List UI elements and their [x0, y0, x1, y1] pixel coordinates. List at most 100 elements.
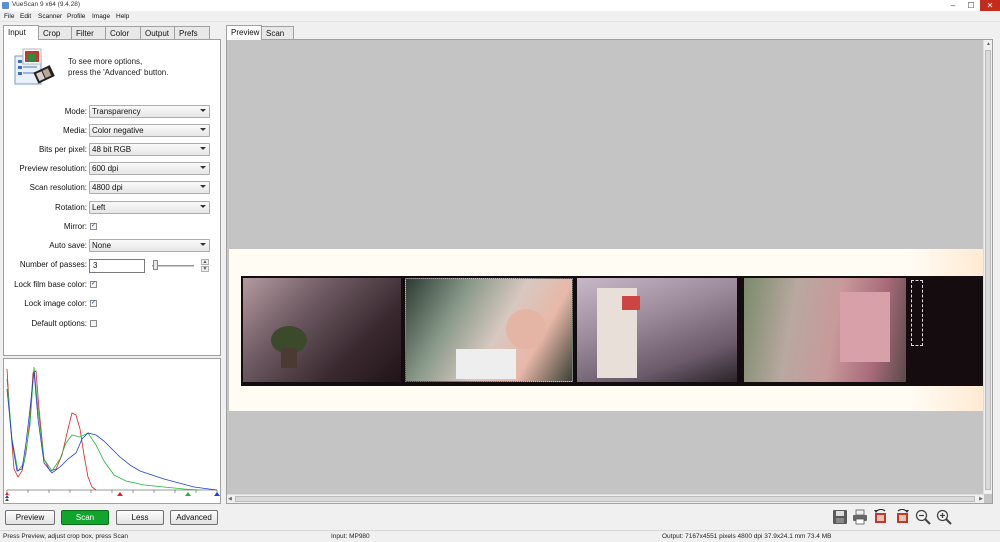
- film-frame-2[interactable]: [405, 278, 573, 382]
- tab-prefs[interactable]: Prefs: [174, 26, 210, 40]
- frame-1-pot: [281, 348, 297, 368]
- minimize-button[interactable]: –: [944, 0, 962, 11]
- menu-edit[interactable]: Edit: [20, 13, 31, 20]
- auto-save-select[interactable]: None: [89, 239, 210, 252]
- film-frame-1[interactable]: [243, 278, 401, 382]
- app-icon: [2, 2, 9, 9]
- chevron-down-icon: [200, 147, 206, 150]
- chevron-down-icon: [200, 109, 206, 112]
- tab-filter[interactable]: Filter: [71, 26, 106, 40]
- print-icon[interactable]: [852, 509, 868, 525]
- frame-2-face: [506, 309, 546, 349]
- chevron-down-icon: [200, 166, 206, 169]
- media-select[interactable]: Color negative: [89, 124, 210, 137]
- scan-button[interactable]: Scan: [61, 510, 109, 525]
- bits-per-pixel-label: Bits per pixel:: [38, 145, 87, 154]
- preview-area[interactable]: ▲ ◀ ▶: [226, 39, 993, 504]
- crop-box[interactable]: [911, 280, 923, 346]
- menu-scanner[interactable]: Scanner: [38, 13, 62, 20]
- scroll-up-arrow[interactable]: ▲: [986, 41, 991, 47]
- histogram-green-curve: [6, 366, 200, 491]
- passes-slider-track[interactable]: [152, 265, 194, 267]
- preview-resolution-label: Preview resolution:: [19, 164, 87, 173]
- maximize-button[interactable]: ☐: [962, 0, 980, 11]
- mode-value: Transparency: [92, 107, 141, 116]
- histogram-graph: [5, 366, 220, 501]
- film-frame-3[interactable]: [577, 278, 737, 382]
- default-options-checkbox[interactable]: [90, 320, 97, 327]
- bits-per-pixel-select[interactable]: 48 bit RGB: [89, 143, 210, 156]
- close-button[interactable]: ✕: [980, 0, 1000, 11]
- lock-film-base-color-label: Lock film base color:: [14, 280, 87, 289]
- media-value: Color negative: [92, 126, 144, 135]
- info-message: To see more options, press the 'Advanced…: [68, 56, 168, 78]
- rotation-value: Left: [92, 203, 106, 212]
- number-of-passes-input[interactable]: 3: [89, 259, 145, 273]
- vertical-scroll-thumb[interactable]: [985, 50, 991, 490]
- status-output: Output: 7167x4551 pixels 4800 dpi 37.9x2…: [662, 533, 832, 540]
- mirror-checkbox[interactable]: ✓: [90, 223, 97, 230]
- tab-scan[interactable]: Scan: [261, 26, 294, 40]
- menu-help[interactable]: Help: [116, 13, 129, 20]
- menu-profile[interactable]: Profile: [67, 13, 85, 20]
- horizontal-scroll-thumb[interactable]: [235, 496, 975, 502]
- less-button[interactable]: Less: [116, 510, 164, 525]
- bits-per-pixel-value: 48 bit RGB: [92, 145, 132, 154]
- histogram-panel: [3, 358, 221, 504]
- mode-label: Mode:: [64, 107, 87, 116]
- scan-resolution-value: 4800 dpi: [92, 183, 123, 192]
- save-icon[interactable]: [832, 509, 848, 525]
- info-line-2: press the 'Advanced' button.: [68, 68, 169, 77]
- passes-slider-thumb[interactable]: [153, 260, 158, 270]
- input-settings-panel: To see more options, press the 'Advanced…: [3, 39, 221, 356]
- tab-output[interactable]: Output: [140, 26, 175, 40]
- menu-file[interactable]: File: [4, 13, 14, 20]
- zoom-out-icon[interactable]: [915, 509, 931, 525]
- passes-spin-up[interactable]: ▲: [201, 259, 209, 265]
- scan-resolution-select[interactable]: 4800 dpi: [89, 181, 210, 194]
- preview-resolution-select[interactable]: 600 dpi: [89, 162, 210, 175]
- lock-film-base-color-checkbox[interactable]: ✓: [90, 281, 97, 288]
- window-title: VueScan 9 x64 (9.4.28): [12, 1, 81, 8]
- status-hint: Press Preview, adjust crop box, press Sc…: [3, 533, 129, 540]
- film-strip-area: [229, 249, 989, 411]
- scanner-info-icon: [14, 48, 55, 85]
- rotation-label: Rotation:: [54, 203, 87, 212]
- rotate-right-icon[interactable]: [894, 509, 910, 525]
- tab-input[interactable]: Input: [3, 25, 39, 40]
- tab-preview[interactable]: Preview: [226, 25, 262, 40]
- frame-2-shirt: [456, 349, 516, 379]
- histogram-markers: [5, 492, 220, 501]
- zoom-in-icon[interactable]: [936, 509, 952, 525]
- film-strip: [241, 276, 989, 386]
- preview-button[interactable]: Preview: [5, 510, 55, 525]
- auto-save-label: Auto save:: [49, 241, 87, 250]
- lock-image-color-checkbox[interactable]: ✓: [90, 300, 97, 307]
- rotation-select[interactable]: Left: [89, 201, 210, 214]
- film-frame-4[interactable]: [744, 278, 906, 382]
- chevron-down-icon: [200, 205, 206, 208]
- auto-save-value: None: [92, 241, 112, 250]
- scan-resolution-label: Scan resolution:: [29, 183, 87, 192]
- tab-crop[interactable]: Crop: [38, 26, 72, 40]
- horizontal-scrollbar[interactable]: ◀ ▶: [227, 494, 984, 503]
- info-line-1: To see more options,: [68, 57, 143, 66]
- mirror-label: Mirror:: [63, 222, 87, 231]
- scroll-left-arrow[interactable]: ◀: [228, 496, 232, 502]
- number-of-passes-label: Number of passes:: [19, 260, 87, 269]
- frame-4-stall: [840, 292, 890, 362]
- rotate-left-icon[interactable]: [873, 509, 889, 525]
- tab-color[interactable]: Color: [105, 26, 141, 40]
- frame-3-red-part: [622, 296, 640, 310]
- advanced-button[interactable]: Advanced: [170, 510, 218, 525]
- menu-image[interactable]: Image: [92, 13, 110, 20]
- title-bar: VueScan 9 x64 (9.4.28) – ☐ ✕: [0, 0, 1000, 11]
- lock-image-color-label: Lock image color:: [24, 299, 87, 308]
- passes-spin-down[interactable]: ▼: [201, 266, 209, 272]
- mode-select[interactable]: Transparency: [89, 105, 210, 118]
- vertical-scrollbar[interactable]: ▲: [983, 40, 992, 494]
- scroll-right-arrow[interactable]: ▶: [979, 496, 983, 502]
- preview-resolution-value: 600 dpi: [92, 164, 119, 173]
- status-bar: Press Preview, adjust crop box, press Sc…: [0, 530, 1000, 542]
- media-label: Media:: [62, 126, 87, 135]
